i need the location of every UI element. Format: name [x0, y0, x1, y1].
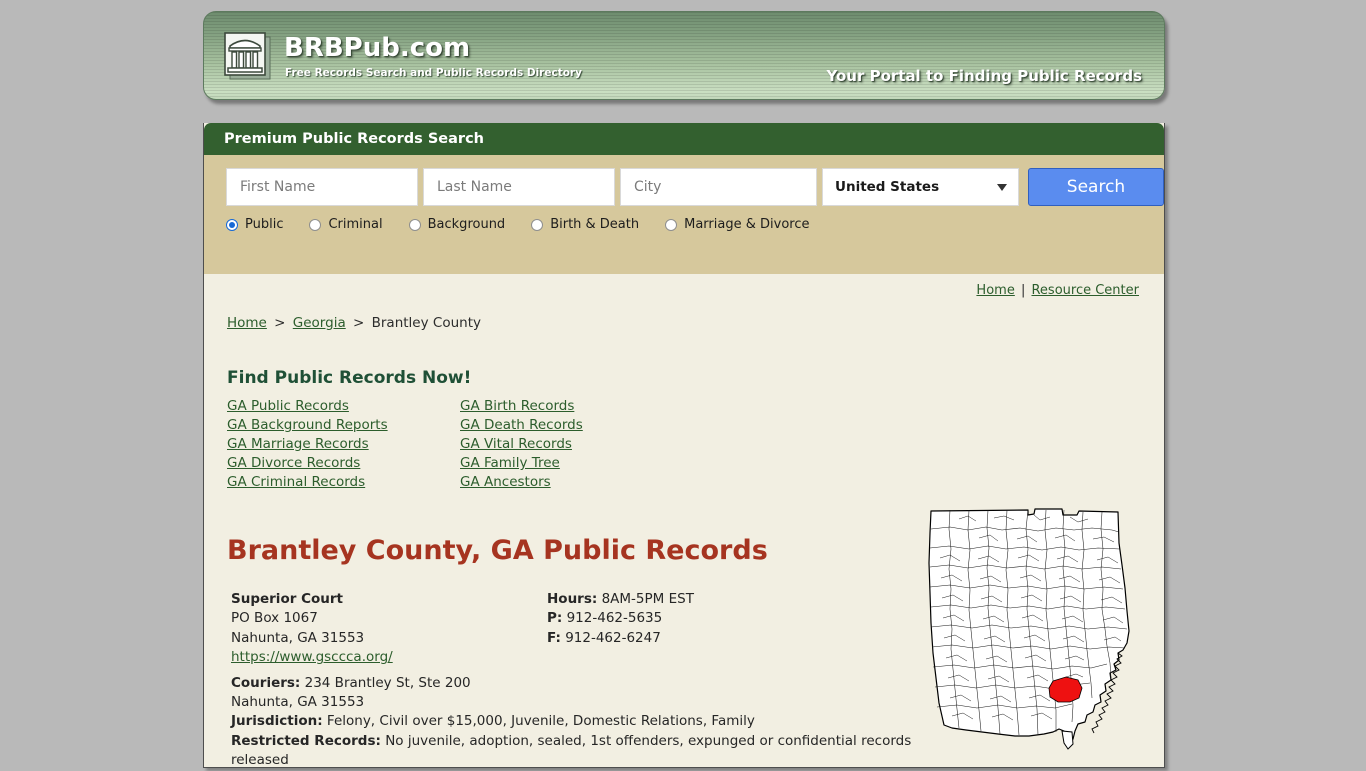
link-ga-public-records[interactable]: GA Public Records — [227, 398, 460, 414]
link-ga-ancestors[interactable]: GA Ancestors — [460, 474, 1164, 490]
last-name-input[interactable]: Last Name — [423, 168, 615, 206]
court-extra-details: Couriers: 234 Brantley St, Ste 200 Nahun… — [231, 674, 921, 771]
radio-birth-death[interactable]: Birth & Death — [531, 217, 639, 232]
breadcrumb-current: Brantley County — [371, 315, 481, 331]
court-hours-value: 8AM-5PM EST — [601, 591, 694, 607]
radio-public-dot[interactable] — [226, 218, 238, 231]
court-address-line-1: PO Box 1067 — [231, 610, 318, 627]
court-couriers-value: 234 Brantley St, Ste 200 — [304, 674, 471, 691]
page-root: BRBPub.com Free Records Search and Publi… — [0, 0, 1366, 768]
court-address-line-2: Nahunta, GA 31553 — [231, 629, 365, 646]
search-panel-titlebar: Premium Public Records Search — [204, 123, 1164, 155]
utility-link-resource-center[interactable]: Resource Center — [1031, 283, 1139, 298]
breadcrumb-separator-1: > — [274, 315, 286, 331]
court-couriers-label: Couriers: — [231, 674, 301, 691]
radio-marriage-divorce[interactable]: Marriage & Divorce — [665, 217, 809, 232]
court-fax-value: 912-462-6247 — [565, 629, 661, 646]
georgia-county-map — [922, 503, 1137, 753]
link-ga-family-tree[interactable]: GA Family Tree — [460, 455, 1164, 471]
court-contact-column: Hours: 8AM-5PM EST P: 912-462-5635 F: 91… — [547, 590, 887, 668]
link-ga-criminal-records[interactable]: GA Criminal Records — [227, 474, 460, 490]
chevron-down-icon — [997, 183, 1007, 191]
court-website-link[interactable]: https://www.gsccca.org/ — [231, 649, 393, 665]
link-ga-divorce-records[interactable]: GA Divorce Records — [227, 455, 460, 471]
court-phone-label: P: — [547, 610, 563, 627]
first-name-input[interactable]: First Name — [226, 168, 418, 206]
highlighted-county-brantley — [1048, 676, 1083, 703]
search-type-radio-group: Public Criminal Background Birth & Death… — [204, 217, 1164, 232]
radio-criminal-label: Criminal — [328, 217, 383, 232]
state-records-links: GA Public Records GA Birth Records GA Ba… — [204, 388, 1164, 490]
banner-tagline: Your Portal to Finding Public Records — [826, 67, 1142, 85]
court-jurisdiction-label: Jurisdiction: — [231, 713, 323, 730]
brand-subtitle: Free Records Search and Public Records D… — [285, 67, 582, 79]
radio-birth-death-label: Birth & Death — [550, 217, 640, 232]
utility-link-home[interactable]: Home — [976, 283, 1014, 298]
court-restricted-label: Restricted Records: — [231, 732, 381, 749]
radio-background[interactable]: Background — [408, 217, 506, 232]
link-ga-birth-records[interactable]: GA Birth Records — [460, 398, 1164, 414]
search-panel-title: Premium Public Records Search — [224, 131, 484, 147]
courthouse-icon — [222, 31, 274, 83]
radio-public-label: Public — [245, 217, 284, 232]
radio-marriage-divorce-label: Marriage & Divorce — [684, 217, 810, 232]
breadcrumb-separator-2: > — [353, 315, 365, 331]
city-input[interactable]: City — [620, 168, 817, 206]
court-hours-label: Hours: — [547, 591, 598, 607]
search-fields-row: First Name Last Name City United States … — [204, 168, 1164, 206]
radio-public[interactable]: Public — [226, 217, 283, 232]
link-ga-marriage-records[interactable]: GA Marriage Records — [227, 436, 460, 452]
court-name: Superior Court — [231, 591, 343, 607]
link-ga-background-reports[interactable]: GA Background Reports — [227, 417, 460, 433]
court-phone-value: 912-462-5635 — [566, 610, 663, 627]
court-details: Superior Court PO Box 1067 Nahunta, GA 3… — [204, 566, 921, 771]
radio-background-dot[interactable] — [408, 218, 421, 231]
link-ga-vital-records[interactable]: GA Vital Records — [460, 436, 1164, 452]
search-panel-body: First Name Last Name City United States … — [204, 155, 1164, 274]
link-ga-death-records[interactable]: GA Death Records — [460, 417, 1164, 433]
breadcrumb-home[interactable]: Home — [227, 315, 267, 331]
search-button[interactable]: Search — [1028, 168, 1164, 206]
radio-marriage-divorce-dot[interactable] — [665, 218, 678, 231]
country-select[interactable]: United States — [822, 168, 1019, 206]
court-couriers-city: Nahunta, GA 31553 — [231, 694, 365, 711]
utility-links: Home | Resource Center — [204, 274, 1164, 298]
site-banner: BRBPub.com Free Records Search and Publi… — [203, 11, 1165, 100]
court-address-column: Superior Court PO Box 1067 Nahunta, GA 3… — [231, 590, 547, 668]
court-jurisdiction-value: Felony, Civil over $15,000, Juvenile, Do… — [326, 713, 755, 730]
country-select-value: United States — [835, 179, 940, 195]
find-records-heading: Find Public Records Now! — [227, 368, 472, 388]
brand-title: BRBPub.com — [284, 33, 471, 63]
breadcrumb: Home > Georgia > Brantley County — [204, 298, 1164, 331]
radio-birth-death-dot[interactable] — [531, 218, 544, 231]
radio-background-label: Background — [427, 217, 506, 232]
court-fax-label: F: — [547, 629, 561, 646]
utility-links-divider: | — [1020, 283, 1026, 298]
breadcrumb-georgia[interactable]: Georgia — [293, 315, 346, 331]
radio-criminal[interactable]: Criminal — [309, 217, 383, 232]
radio-criminal-dot[interactable] — [309, 218, 322, 231]
